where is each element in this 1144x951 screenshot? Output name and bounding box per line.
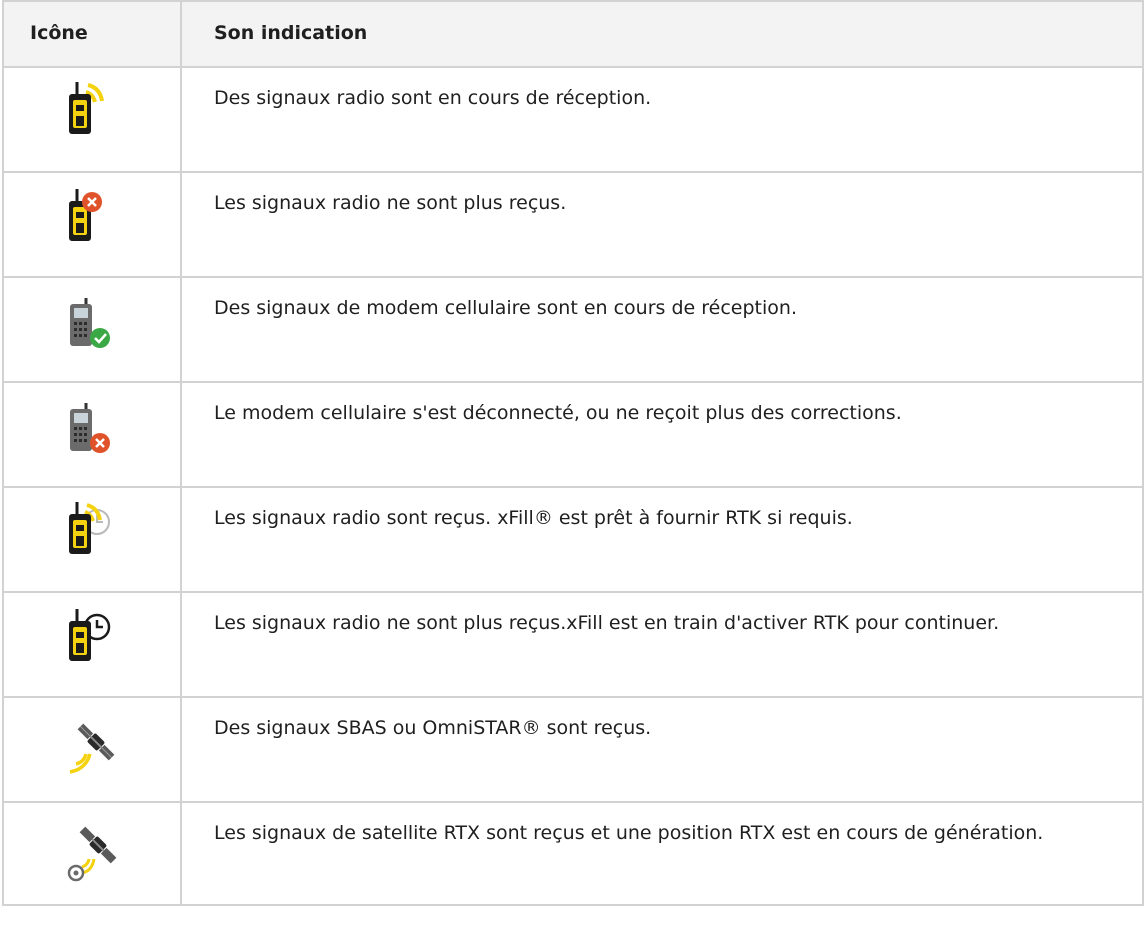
column-header-indication: Son indication <box>180 0 1144 68</box>
column-header-icon: Icône <box>2 0 182 68</box>
indication-text: Les signaux radio ne sont plus reçus.xFi… <box>180 591 1144 698</box>
table-row: Des signaux SBAS ou OmniSTAR® sont reçus… <box>2 696 1144 803</box>
icon-cell <box>2 171 182 278</box>
indication-text: Des signaux de modem cellulaire sont en … <box>180 276 1144 383</box>
icon-cell <box>2 486 182 593</box>
icon-cell <box>2 696 182 803</box>
table-row: Le modem cellulaire s'est déconnecté, ou… <box>2 381 1144 488</box>
sbas-omnistar-satellite-icon <box>69 723 115 774</box>
indication-text: Les signaux de satellite RTX sont reçus … <box>180 801 1144 906</box>
table-row: Des signaux de modem cellulaire sont en … <box>2 276 1144 383</box>
table-row: Les signaux radio sont reçus. xFill® est… <box>2 486 1144 593</box>
indication-text: Les signaux radio ne sont plus reçus. <box>180 171 1144 278</box>
radio-xfill-ready-icon <box>69 502 110 554</box>
radio-lost-icon <box>69 189 102 241</box>
icon-cell <box>2 801 182 906</box>
icon-cell <box>2 381 182 488</box>
radio-receiving-icon <box>69 82 104 134</box>
icon-legend-table: Icône Son indication Des signaux radio s… <box>2 0 1144 906</box>
icon-cell <box>2 591 182 698</box>
table-row: Les signaux radio ne sont plus reçus.xFi… <box>2 591 1144 698</box>
indication-text: Le modem cellulaire s'est déconnecté, ou… <box>180 381 1144 488</box>
cellular-modem-receiving-icon <box>70 298 110 348</box>
rtx-satellite-icon <box>67 826 117 882</box>
table-row: Des signaux radio sont en cours de récep… <box>2 66 1144 173</box>
table-row: Les signaux de satellite RTX sont reçus … <box>2 801 1144 906</box>
icon-cell <box>2 276 182 383</box>
indication-text: Des signaux SBAS ou OmniSTAR® sont reçus… <box>180 696 1144 803</box>
cellular-modem-disconnected-icon <box>70 403 110 453</box>
table-row: Les signaux radio ne sont plus reçus. <box>2 171 1144 278</box>
indication-text: Les signaux radio sont reçus. xFill® est… <box>180 486 1144 593</box>
radio-xfill-active-icon <box>69 609 111 661</box>
icon-cell <box>2 66 182 173</box>
table-header-row: Icône Son indication <box>2 0 1144 68</box>
indication-text: Des signaux radio sont en cours de récep… <box>180 66 1144 173</box>
